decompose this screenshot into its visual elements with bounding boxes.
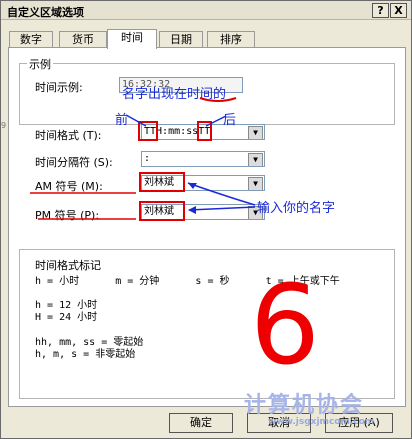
- watermark-url: www.jsgxjmcom.com: [268, 417, 375, 427]
- tab-time[interactable]: 时间: [107, 29, 157, 49]
- annotation-curve: [199, 97, 237, 102]
- annotation-arrowhead-pm: [188, 206, 196, 214]
- watermark-title: 计算机协会: [244, 393, 365, 418]
- annotation-arrow-pm: [188, 206, 256, 211]
- annotation-strokes: [30, 97, 256, 220]
- annotation-arrow-after: [205, 115, 227, 127]
- annotation-arrow-before: [125, 114, 147, 127]
- annotation-arrow-am: [187, 182, 256, 206]
- annotation-step-number: 6: [250, 261, 320, 389]
